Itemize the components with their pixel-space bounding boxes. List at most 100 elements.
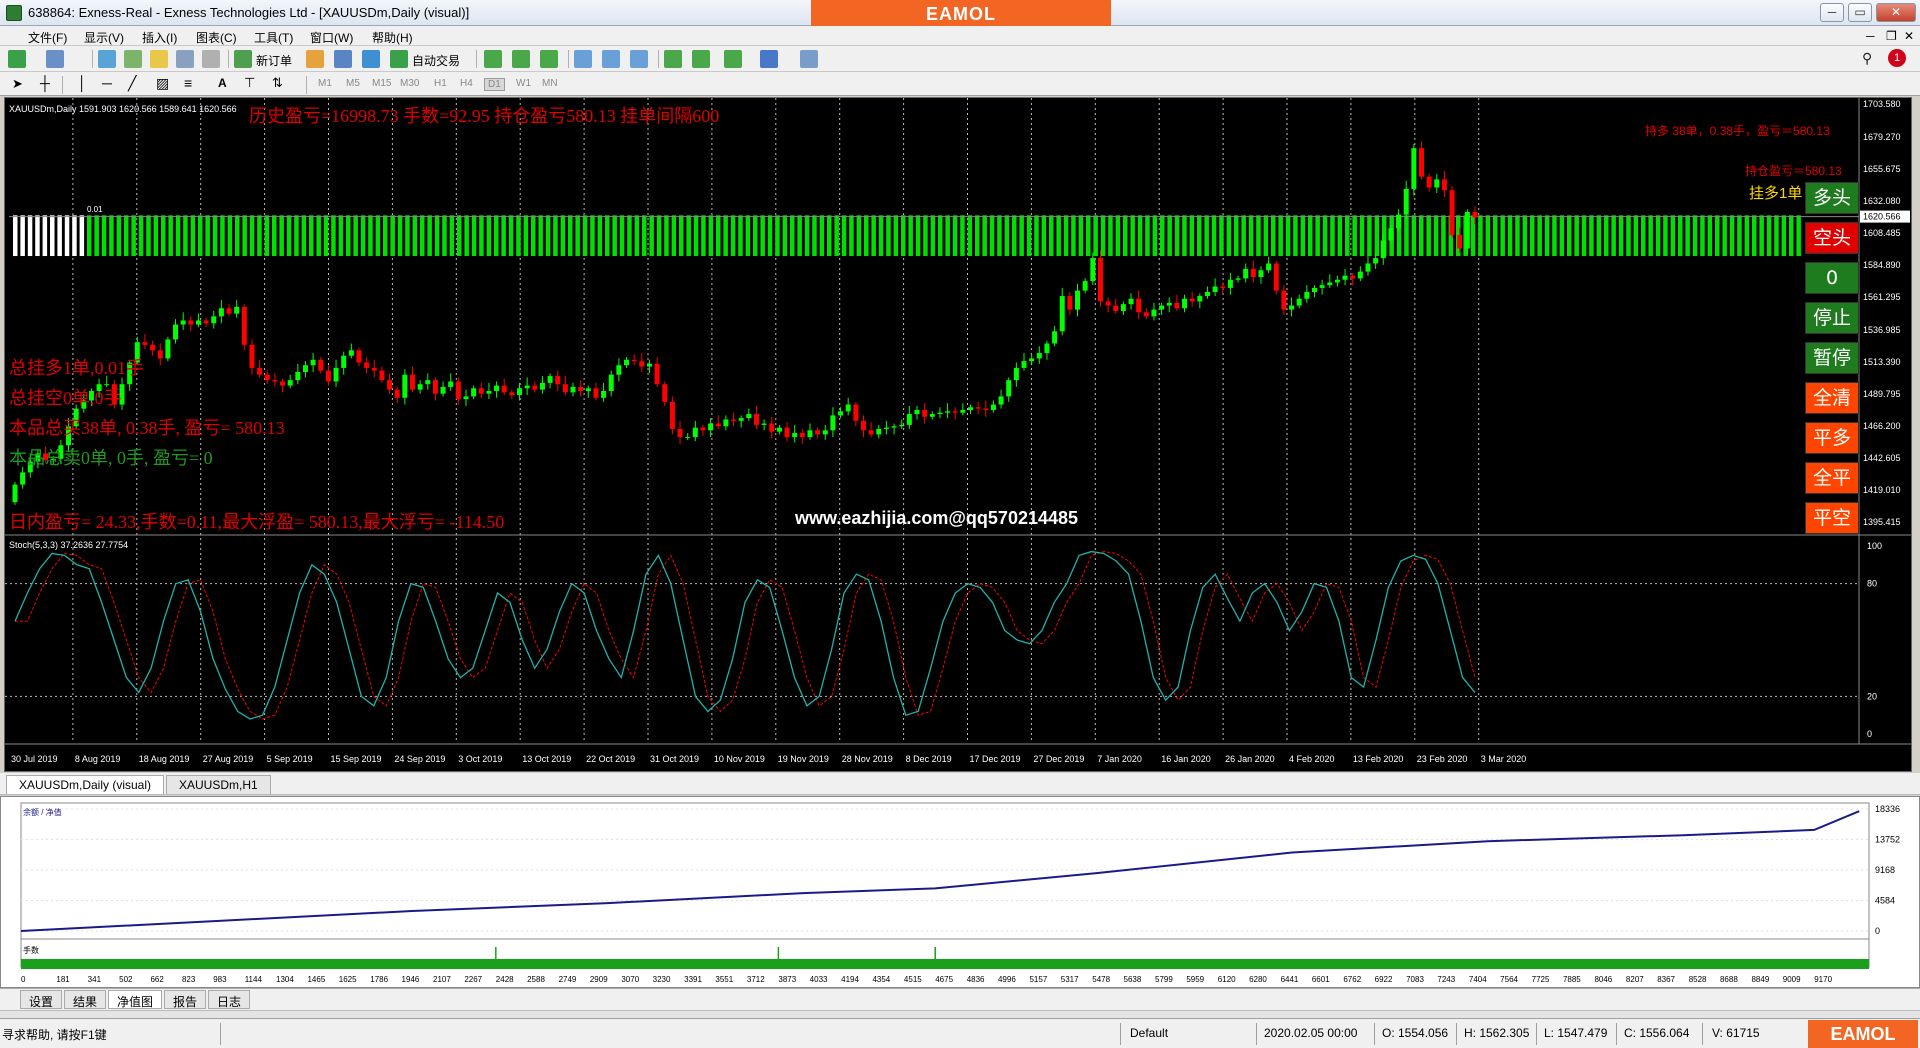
mdi-minimize-icon[interactable]: ─: [1866, 29, 1875, 43]
close-all-button[interactable]: 全平: [1805, 462, 1859, 494]
menu-window[interactable]: 窗口(W): [310, 29, 353, 46]
close-short-button[interactable]: 平空: [1805, 502, 1859, 534]
clear-all-button[interactable]: 全清: [1805, 382, 1859, 414]
candle-body: [1006, 380, 1012, 397]
equity-x-tick: 4033: [810, 975, 828, 984]
tab-journal[interactable]: 日志: [208, 990, 251, 1009]
restore-button[interactable]: ▭: [1848, 3, 1872, 22]
equity-x-tick: 3070: [621, 975, 639, 984]
tf-m1[interactable]: M1: [318, 78, 332, 89]
tab-report[interactable]: 报告: [164, 990, 207, 1009]
strategy-tester-icon[interactable]: [202, 50, 220, 68]
notification-badge[interactable]: 1: [1888, 49, 1906, 67]
search-icon[interactable]: ⚲: [1862, 50, 1872, 67]
candlestick-icon[interactable]: [512, 50, 530, 68]
equity-x-tick: 3712: [747, 975, 765, 984]
pending-order-bar: [1137, 215, 1143, 257]
arrows-icon[interactable]: ⇅: [272, 75, 283, 91]
mdi-restore-icon[interactable]: ❐: [1886, 29, 1897, 43]
pending-long: 挂多1单: [1749, 185, 1803, 202]
tab-equity-graph[interactable]: 净值图: [108, 990, 163, 1009]
tf-m30[interactable]: M30: [400, 78, 419, 89]
close-long-button[interactable]: 平多: [1805, 422, 1859, 454]
indicators-icon[interactable]: [724, 50, 742, 68]
auto-trade-icon[interactable]: [390, 50, 408, 68]
price-tick: 1620.566: [1863, 212, 1901, 222]
tab-h1[interactable]: XAUUSDm,H1: [166, 775, 271, 794]
vertical-line-icon[interactable]: │: [78, 75, 87, 91]
navigator-icon[interactable]: [150, 50, 168, 68]
data-window-icon[interactable]: [124, 50, 142, 68]
tf-w1[interactable]: W1: [516, 78, 531, 89]
tf-m5[interactable]: M5: [346, 78, 360, 89]
long-button[interactable]: 多头: [1805, 182, 1859, 214]
equity-x-tick: 4515: [904, 975, 922, 984]
mdi-close-icon[interactable]: ✕: [1904, 29, 1914, 43]
horizontal-line-icon[interactable]: ─: [102, 75, 112, 91]
pending-order-bar: [1426, 215, 1431, 257]
periods-icon[interactable]: [760, 50, 778, 68]
pending-order-bar: [323, 215, 329, 257]
tab-settings[interactable]: 设置: [20, 990, 63, 1009]
pending-order-bar: [87, 215, 92, 257]
templates-icon[interactable]: [800, 50, 818, 68]
pending-order-bar: [353, 215, 358, 257]
trendline-icon[interactable]: ╱: [128, 75, 136, 92]
profiles-icon[interactable]: [46, 50, 64, 68]
menu-help[interactable]: 帮助(H): [372, 29, 413, 46]
meta-editor-icon[interactable]: [306, 50, 324, 68]
text-icon[interactable]: A: [218, 76, 227, 90]
bar-chart-icon[interactable]: [484, 50, 502, 68]
auto-scroll-icon[interactable]: [692, 50, 710, 68]
zoom-in-icon[interactable]: [574, 50, 592, 68]
minimize-button[interactable]: ─: [1820, 3, 1844, 22]
candle-body: [471, 388, 477, 397]
short-button[interactable]: 空头: [1805, 222, 1859, 254]
tf-d1[interactable]: D1: [484, 78, 505, 91]
tile-windows-icon[interactable]: [630, 50, 648, 68]
market-icon[interactable]: [362, 50, 380, 68]
pending-order-bar: [1115, 215, 1121, 257]
new-order-icon[interactable]: [234, 50, 252, 68]
pause-button[interactable]: 暂停: [1805, 342, 1859, 374]
market-watch-icon[interactable]: [98, 50, 116, 68]
signals-icon[interactable]: [334, 50, 352, 68]
channel-icon[interactable]: ▨: [156, 75, 169, 92]
equity-x-tick: 2267: [464, 975, 482, 984]
menu-chart[interactable]: 图表(C): [196, 29, 237, 46]
candle-body: [394, 389, 400, 398]
zero-button[interactable]: 0: [1805, 262, 1859, 294]
pending-order-bar: [915, 215, 921, 257]
text-label-icon[interactable]: ⊤: [244, 75, 255, 91]
equity-x-tick: 823: [182, 975, 196, 984]
cursor-icon[interactable]: ➤: [12, 76, 23, 92]
line-chart-icon[interactable]: [540, 50, 558, 68]
menu-tools[interactable]: 工具(T): [254, 29, 293, 46]
tab-results[interactable]: 结果: [64, 990, 107, 1009]
menu-insert[interactable]: 插入(I): [142, 29, 177, 46]
crosshair-icon[interactable]: ┼: [40, 75, 50, 91]
tab-daily-visual[interactable]: XAUUSDm,Daily (visual): [6, 775, 165, 794]
stop-button[interactable]: 停止: [1805, 302, 1859, 334]
pending-order-bar: [1485, 215, 1491, 257]
candle-body: [1441, 179, 1447, 191]
zoom-out-icon[interactable]: [602, 50, 620, 68]
symbol-info: XAUUSDm,Daily 1591.903 1620.566 1589.641…: [9, 104, 237, 114]
fibonacci-icon[interactable]: ≡: [184, 75, 192, 91]
new-order-button[interactable]: 新订单: [256, 52, 292, 69]
tf-h4[interactable]: H4: [460, 78, 473, 89]
auto-trade-button[interactable]: 自动交易: [412, 52, 460, 69]
menu-view[interactable]: 显示(V): [84, 29, 124, 46]
price-chart[interactable]: 30 Jul 2019 8 Aug 2019 18 Aug 2019 27 Aug 2…: [4, 97, 1912, 772]
tf-mn[interactable]: MN: [542, 78, 558, 89]
tf-m15[interactable]: M15: [372, 78, 391, 89]
menu-file[interactable]: 文件(F): [28, 29, 67, 46]
close-button[interactable]: ✕: [1876, 3, 1916, 22]
date-tick: 7 Jan 2020: [1097, 754, 1142, 764]
pending-lot-label: 0.01: [87, 205, 103, 214]
tf-h1[interactable]: H1: [434, 78, 447, 89]
chart-shift-icon[interactable]: [664, 50, 682, 68]
new-chart-icon[interactable]: [8, 50, 26, 68]
terminal-icon[interactable]: [176, 50, 194, 68]
horizontal-scrollbar[interactable]: [0, 1010, 1920, 1018]
